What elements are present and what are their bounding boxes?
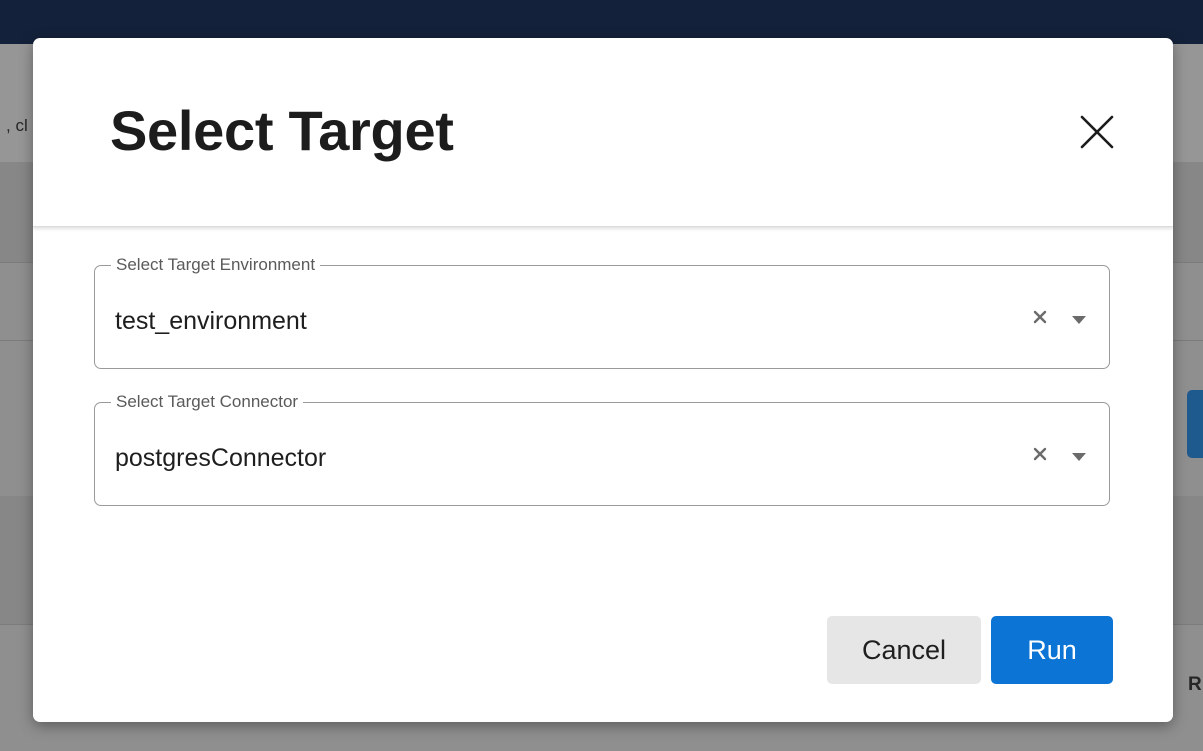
clear-x-icon[interactable] (1031, 445, 1049, 463)
select-target-dialog: Select Target Select Target Environment … (33, 38, 1173, 722)
close-icon[interactable] (1077, 112, 1117, 152)
run-button[interactable]: Run (991, 616, 1113, 684)
selected-value: test_environment (115, 307, 307, 335)
dialog-header: Select Target (33, 38, 1173, 227)
field-label: Select Target Connector (111, 392, 304, 412)
background-button (1187, 390, 1203, 458)
target-connector-select[interactable]: Select Target Connector postgresConnecto… (94, 392, 1110, 506)
caret-down-icon[interactable] (1071, 312, 1087, 324)
dialog-title: Select Target (110, 99, 454, 162)
clear-x-icon[interactable] (1031, 308, 1049, 326)
background-text-fragment: R (1188, 674, 1202, 695)
selected-value: postgresConnector (115, 444, 327, 472)
background-text-fragment: , cl (6, 116, 28, 135)
caret-down-icon[interactable] (1071, 449, 1087, 461)
cancel-button[interactable]: Cancel (827, 616, 981, 684)
field-label: Select Target Environment (111, 255, 321, 275)
target-environment-select[interactable]: Select Target Environment test_environme… (94, 255, 1110, 369)
